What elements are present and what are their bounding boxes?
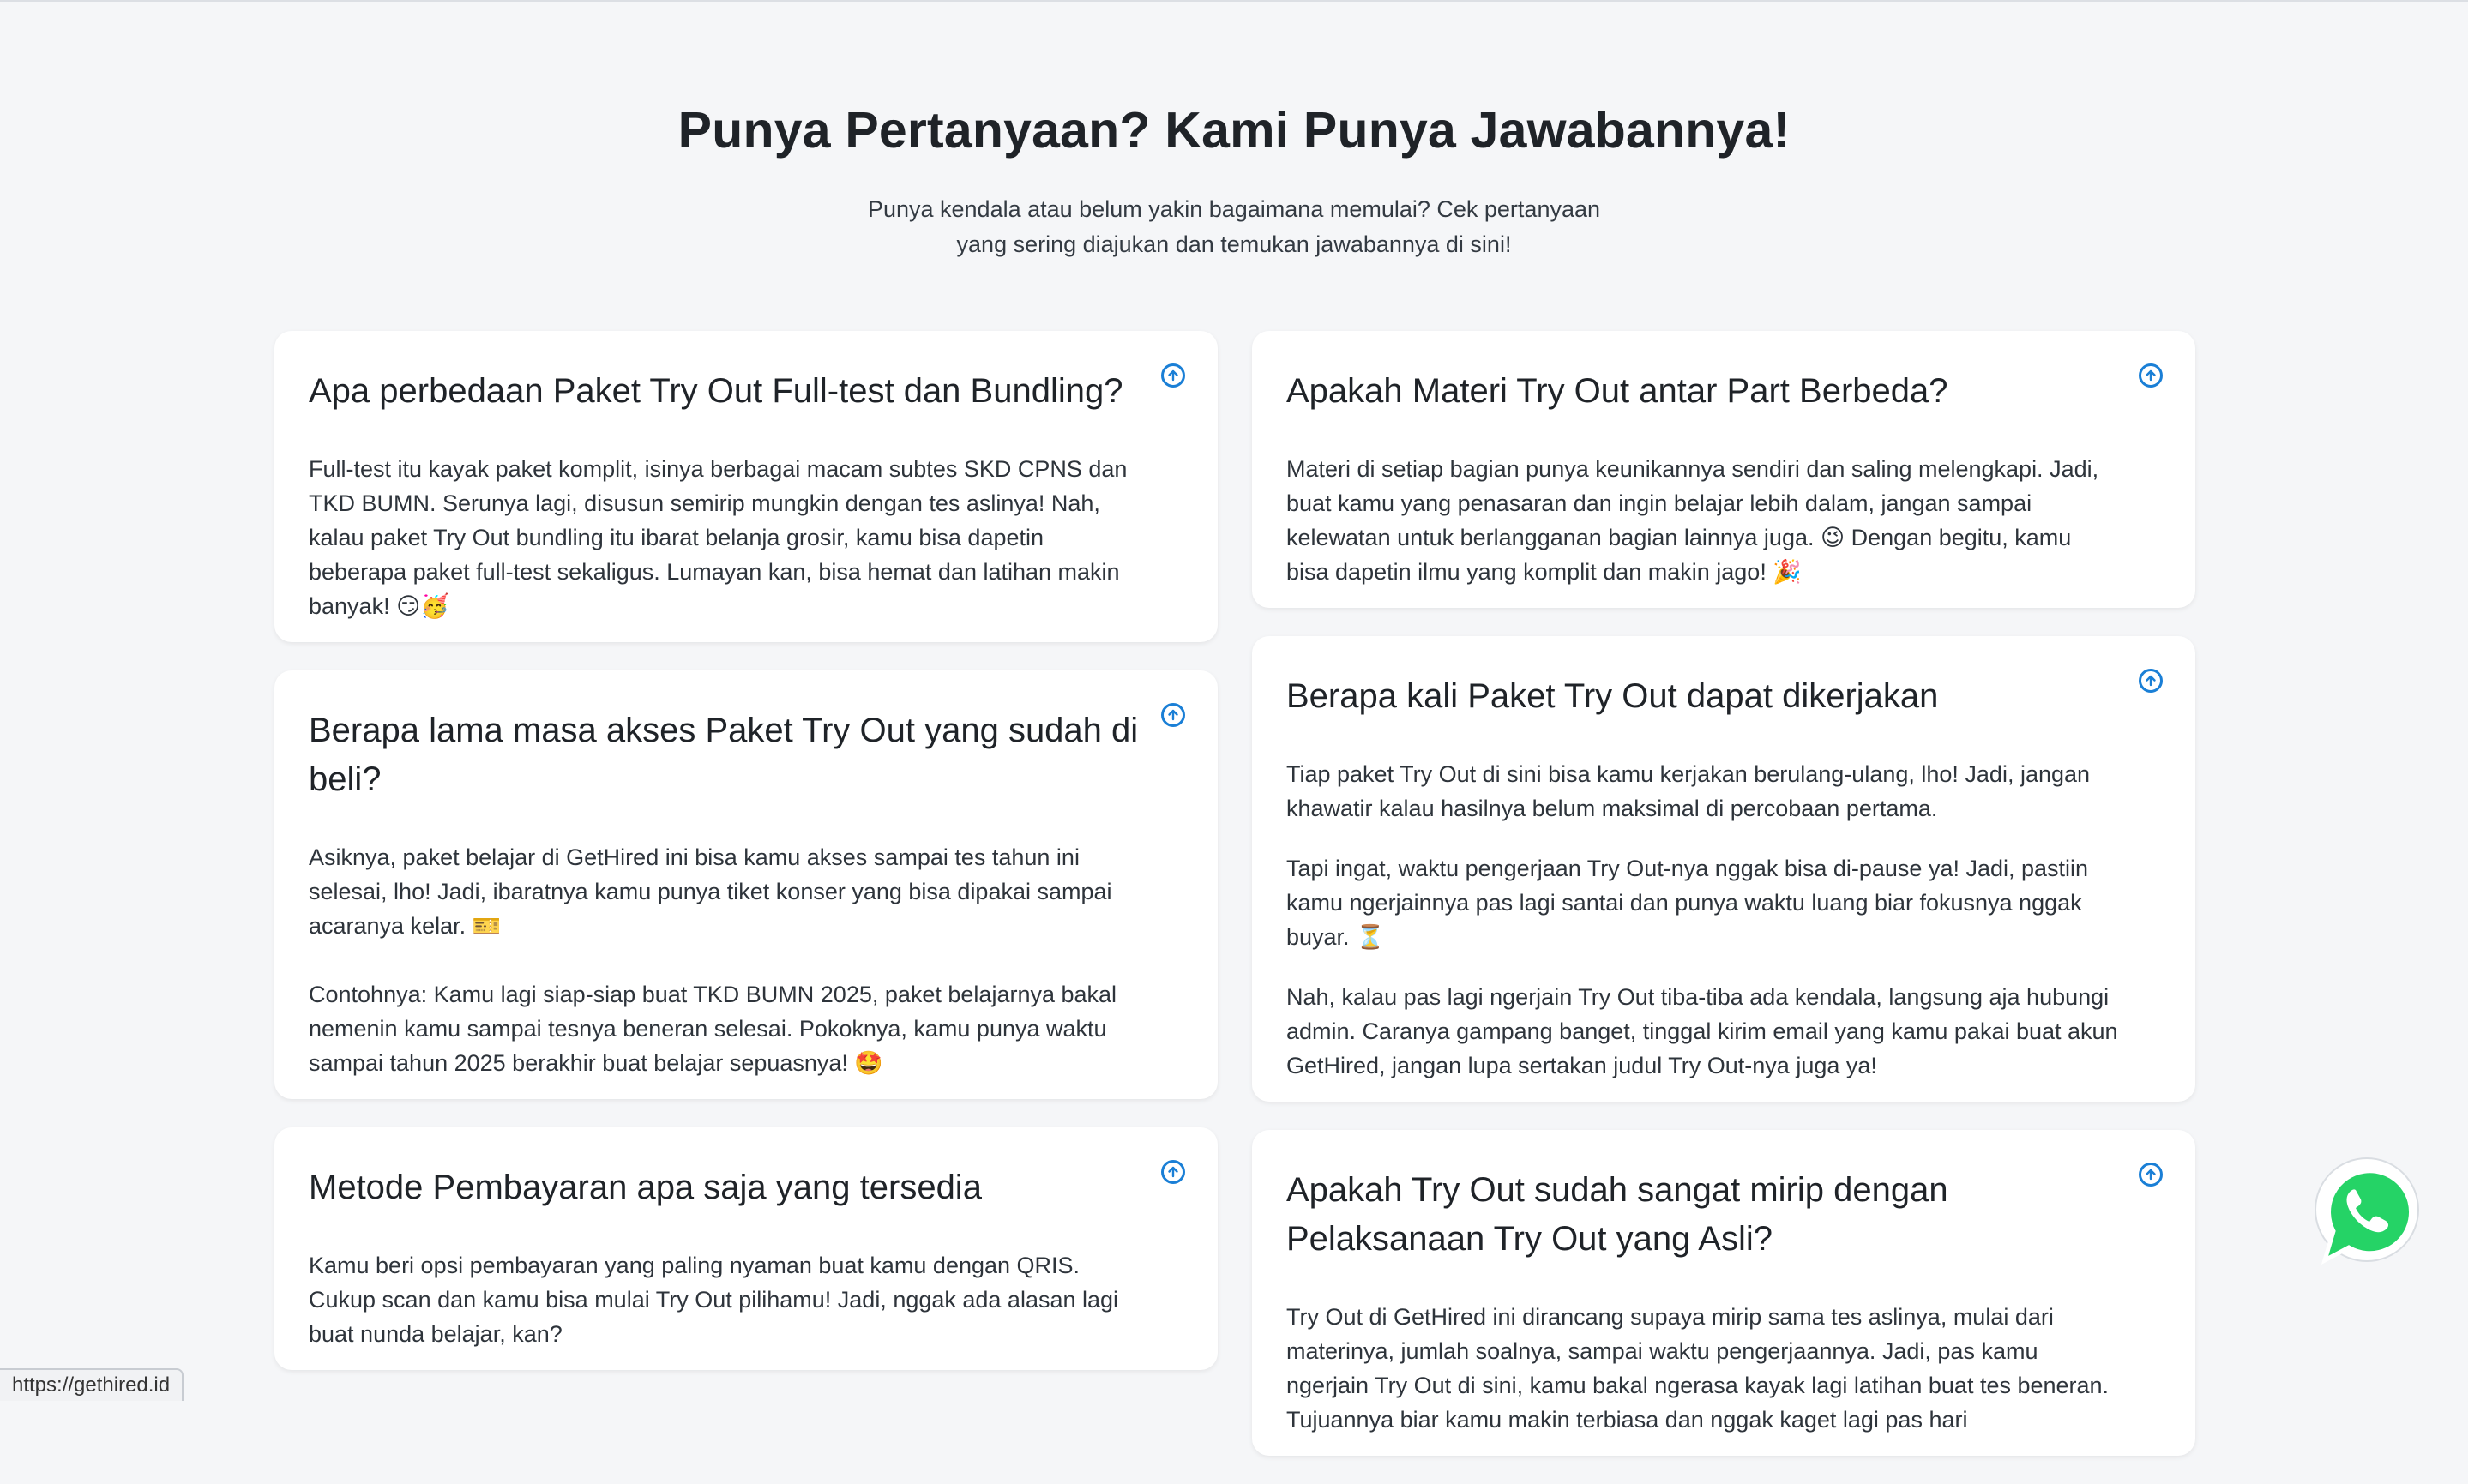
faq-header: Punya Pertanyaan? Kami Punya Jawabannya!…: [0, 101, 2468, 262]
faq-answer: Asiknya, paket belajar di GetHired ini b…: [309, 844, 1112, 939]
faq-question[interactable]: Apa perbedaan Paket Try Out Full-test da…: [309, 367, 1142, 416]
status-bar-url: https://gethired.id: [0, 1368, 184, 1401]
faq-item-materi-antar-part[interactable]: Apakah Materi Try Out antar Part Berbeda…: [1252, 331, 2195, 608]
faq-answer: Try Out di GetHired ini dirancang supaya…: [1286, 1304, 2110, 1433]
whatsapp-icon[interactable]: [2309, 1154, 2424, 1269]
faq-answer: Materi di setiap bagian punya keunikanny…: [1286, 456, 2099, 585]
faq-answer-example: Contohnya: Kamu lagi siap-siap buat TKD …: [309, 982, 1117, 1076]
faq-column-right: Apakah Materi Try Out antar Part Berbeda…: [1252, 331, 2195, 1484]
faq-answer: Tiap paket Try Out di sini bisa kamu ker…: [1286, 761, 2091, 821]
faq-item-masa-akses[interactable]: Berapa lama masa akses Paket Try Out yan…: [274, 670, 1218, 1099]
faq-answer: Kamu beri opsi pembayaran yang paling ny…: [309, 1253, 1119, 1347]
faq-item-paket-fulltest-bundling[interactable]: Apa perbedaan Paket Try Out Full-test da…: [274, 331, 1218, 642]
arrow-up-circle-icon[interactable]: [2139, 1163, 2163, 1187]
page-title: Punya Pertanyaan? Kami Punya Jawabannya!: [677, 102, 1791, 159]
arrow-up-circle-icon[interactable]: [1161, 363, 1185, 388]
faq-answer-note: Tapi ingat, waktu pengerjaan Try Out-nya…: [1286, 856, 2089, 950]
faq-answer: Full-test itu kayak paket komplit, isiny…: [309, 456, 1128, 619]
faq-question[interactable]: Berapa lama masa akses Paket Try Out yan…: [309, 706, 1142, 804]
subtitle-line-1: Punya kendala atau belum yakin bagaimana…: [867, 196, 1601, 222]
arrow-up-circle-icon[interactable]: [1161, 1160, 1185, 1184]
arrow-up-circle-icon[interactable]: [2139, 363, 2163, 388]
arrow-up-circle-icon[interactable]: [1161, 703, 1185, 727]
faq-item-metode-pembayaran[interactable]: Metode Pembayaran apa saja yang tersedia…: [274, 1127, 1218, 1370]
arrow-up-circle-icon[interactable]: [2139, 669, 2163, 693]
faq-item-berapa-kali[interactable]: Berapa kali Paket Try Out dapat dikerjak…: [1252, 636, 2195, 1102]
page-subtitle: Punya kendala atau belum yakin bagaimana…: [822, 192, 1646, 262]
faq-answer-help: Nah, kalau pas lagi ngerjain Try Out tib…: [1286, 984, 2118, 1078]
faq-item-mirip-asli[interactable]: Apakah Try Out sudah sangat mirip dengan…: [1252, 1130, 2195, 1456]
subtitle-line-2: yang sering diajukan dan temukan jawaban…: [956, 231, 1512, 257]
faq-question[interactable]: Metode Pembayaran apa saja yang tersedia: [309, 1163, 1142, 1212]
faq-question[interactable]: Apakah Try Out sudah sangat mirip dengan…: [1286, 1166, 2120, 1264]
faq-column-left: Apa perbedaan Paket Try Out Full-test da…: [274, 331, 1218, 1398]
top-divider: [0, 0, 2468, 2]
faq-question[interactable]: Berapa kali Paket Try Out dapat dikerjak…: [1286, 672, 2120, 721]
faq-question[interactable]: Apakah Materi Try Out antar Part Berbeda…: [1286, 367, 2120, 416]
